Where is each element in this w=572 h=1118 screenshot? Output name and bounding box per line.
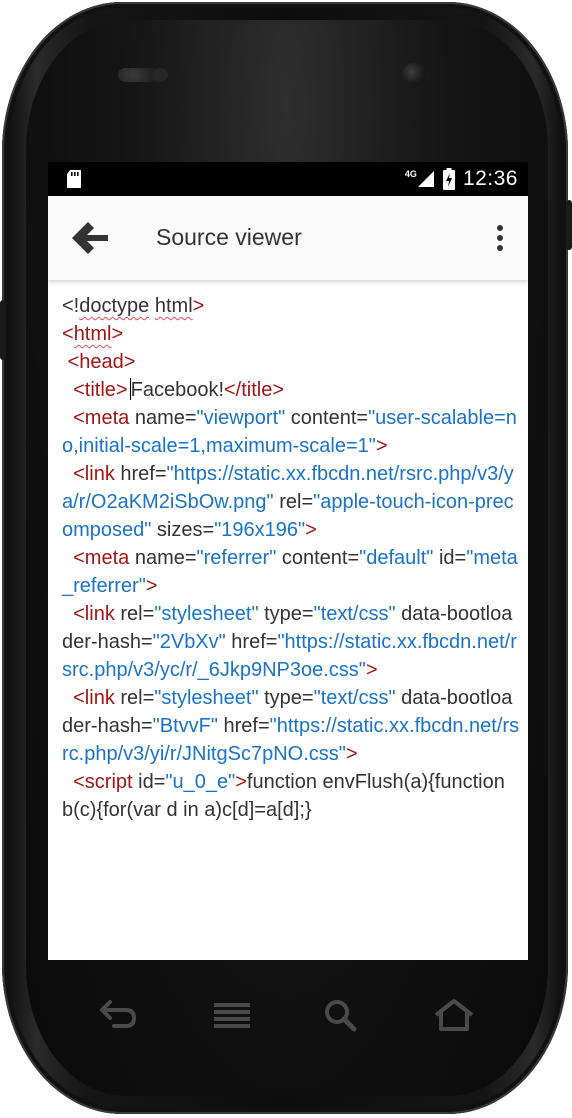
status-icons: 4G 12:36 bbox=[405, 162, 518, 196]
sd-card-icon bbox=[67, 170, 81, 188]
network-type-label: 4G bbox=[404, 169, 417, 179]
source-code-view[interactable]: <!doctype html> <html> <head> <title> Face… bbox=[62, 292, 520, 824]
app-bar: Source viewer bbox=[48, 196, 528, 280]
arrow-left-icon[interactable] bbox=[68, 220, 112, 256]
more-vert-icon[interactable] bbox=[490, 222, 510, 254]
source-line-link-icon: <link href="https://static.xx.fbcdn.net/… bbox=[62, 463, 514, 541]
source-line-doctype: <!doctype html> bbox=[62, 295, 205, 317]
source-line-html: <html> bbox=[62, 323, 124, 345]
signal-icon bbox=[417, 171, 434, 187]
battery-charging-icon bbox=[442, 168, 455, 190]
source-line-meta-referrer: <meta name="referrer" content="default" … bbox=[62, 547, 518, 597]
nav-menu-icon[interactable] bbox=[210, 998, 254, 1032]
nav-search-icon[interactable] bbox=[320, 998, 364, 1032]
nav-back-icon[interactable] bbox=[96, 998, 140, 1032]
proximity-sensor bbox=[152, 68, 168, 82]
source-line-head: <head> bbox=[62, 351, 136, 373]
source-line-meta-viewport: <meta name="viewport" content="user-scal… bbox=[62, 407, 517, 457]
front-camera bbox=[402, 63, 426, 85]
power-button bbox=[566, 200, 572, 250]
screen: 4G 12:36 Source viewer <!doctype html> <h… bbox=[48, 162, 528, 960]
source-line-script: <script id="u_0_e">function envFlush(a){… bbox=[62, 771, 511, 821]
source-line-title: <title> Facebook!</title> bbox=[62, 378, 285, 401]
nav-home-icon[interactable] bbox=[432, 998, 476, 1032]
status-bar: 4G 12:36 bbox=[48, 162, 528, 196]
app-title: Source viewer bbox=[156, 224, 302, 250]
source-line-link-stylesheet-2: <link rel="stylesheet" type="text/css" d… bbox=[62, 687, 520, 765]
volume-button bbox=[0, 300, 6, 360]
source-line-link-stylesheet-1: <link rel="stylesheet" type="text/css" d… bbox=[62, 603, 517, 681]
status-clock: 12:36 bbox=[462, 167, 518, 190]
